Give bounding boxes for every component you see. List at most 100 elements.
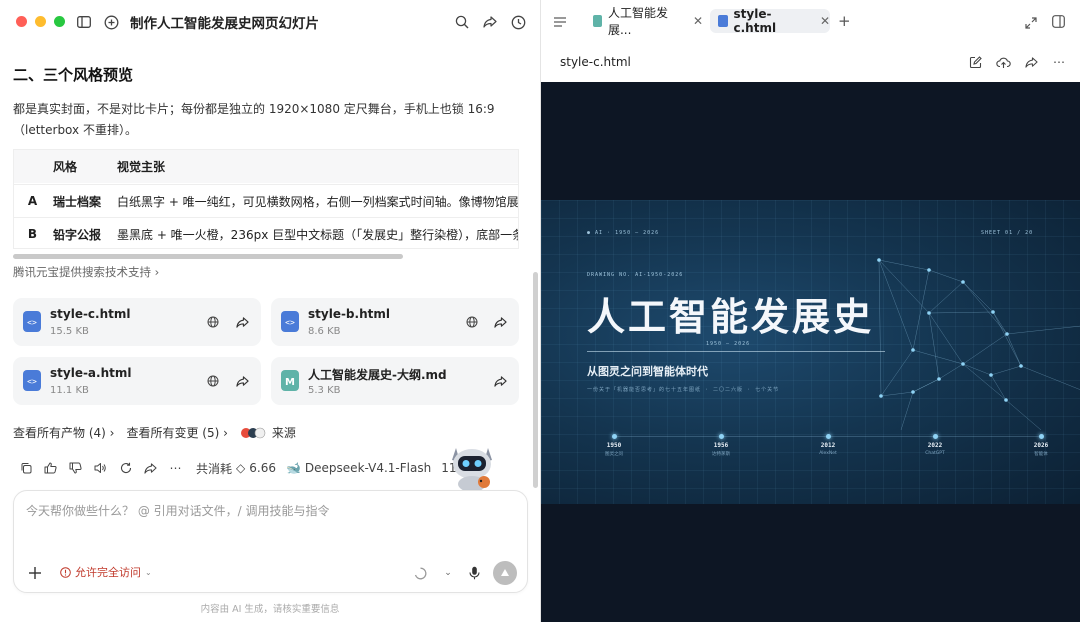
timeline-item: 2022 ChatGPT [910,434,960,456]
maximize-window-button[interactable] [54,16,65,27]
loading-spinner-icon [412,561,428,585]
share-file-icon[interactable] [492,373,508,389]
sources-link[interactable]: 来源 [240,424,296,441]
close-tab-icon[interactable]: ✕ [693,14,703,28]
regenerate-icon[interactable] [113,459,138,477]
view-changes-link[interactable]: 查看所有变更 (5) › [126,424,227,441]
add-attachment-icon[interactable] [26,564,44,582]
copy-icon[interactable] [13,459,38,477]
share-file-icon[interactable] [492,314,508,330]
sidebar-toggle-icon[interactable] [75,13,93,31]
html-preview-canvas[interactable]: ● AI · 1950 — 2026 SHEET 01 / 20 DRAWING… [541,82,1080,622]
current-file-name: style-c.html [560,55,631,69]
window-controls [16,16,65,27]
send-button[interactable] [493,561,517,585]
section-heading: 二、三个风格预览 [13,66,134,84]
new-tab-icon[interactable]: + [838,12,851,30]
timeline-dot [1038,434,1044,439]
thumbs-down-icon[interactable] [63,459,88,477]
tab-outline-md[interactable]: 人工智能发展... ✕ [585,6,703,37]
markdown-file-icon [593,15,602,27]
open-in-browser-icon[interactable] [464,314,480,330]
access-mode-dropdown[interactable]: 允许完全访问 ⌄ [60,564,152,580]
search-credit-link[interactable]: 腾讯元宝提供搜索技术支持 › [13,264,159,280]
close-tab-icon[interactable]: ✕ [820,14,830,28]
edit-icon[interactable] [967,54,983,70]
file-size: 8.6 KB [308,326,341,337]
robot-mascot-icon [444,440,500,492]
preview-panel: 人工智能发展... ✕ style-c.html ✕ + style-c.htm… [540,0,1080,622]
table-cell-id: B [27,227,38,241]
speaker-icon[interactable] [88,459,113,477]
svg-text:<>: <> [285,318,295,327]
chevron-right-icon: › [154,265,160,279]
share-file-icon[interactable] [234,314,250,330]
timeline-item: 2012 AlexNet [803,434,853,456]
cost-label: 共消耗 [196,461,233,476]
expand-icon[interactable] [1025,14,1037,33]
list-menu-icon[interactable] [553,13,567,32]
view-artifacts-link[interactable]: 查看所有产物 (4) › [13,424,114,441]
cost-value: 6.66 [249,461,276,475]
tab-style-c[interactable]: style-c.html ✕ [710,7,830,35]
share-preview-icon[interactable] [1023,54,1039,70]
share-icon[interactable] [481,13,499,31]
file-card[interactable]: <> style-b.html 8.6 KB [271,298,519,346]
history-icon[interactable] [509,13,527,31]
title-bar: 制作人工智能发展史网页幻灯片 [0,0,540,44]
share-file-icon[interactable] [234,373,250,389]
microphone-icon[interactable] [466,561,482,585]
file-card[interactable]: M 人工智能发展史-大纲.md 5.3 KB [271,357,519,405]
tab-label: 人工智能发展... [607,6,668,37]
diamond-icon: ◇ [236,461,246,475]
slide-drawing-number: DRAWING NO. AI-1950-2026 [587,272,684,278]
open-in-browser-icon[interactable] [205,373,221,389]
open-in-browser-icon[interactable] [205,314,221,330]
close-window-button[interactable] [16,16,27,27]
view-artifacts-text: 查看所有产物 (4) [13,426,106,440]
slide-subtitle: 从图灵之问到智能体时代 [587,365,708,378]
search-credit-text: 腾讯元宝提供搜索技术支持 [13,265,151,279]
timeline-caption: ChatGPT [925,451,945,456]
slide-title: 人工智能发展史 [587,294,875,339]
file-name: style-b.html [308,307,390,321]
timeline-dot [825,434,831,439]
panel-toggle-icon[interactable] [1052,13,1065,32]
timeline-dot [718,434,724,439]
minimize-window-button[interactable] [35,16,46,27]
message-actions: ⋯ 共消耗 ◇ 6.66 🐋 Deepseek-V4.1-Flash 11:09 [13,458,476,478]
message-input[interactable] [26,501,506,521]
model-logo-icon: 🐋 [285,461,301,475]
new-chat-icon[interactable] [102,13,120,31]
file-size: 11.1 KB [50,385,89,396]
forward-icon[interactable] [138,459,163,477]
ai-disclaimer: 内容由 AI 生成，请核实重要信息 [200,604,340,615]
thumbs-up-icon[interactable] [38,459,63,477]
file-size: 15.5 KB [50,326,89,337]
model-dropdown-chevron-icon[interactable]: ⌄ [441,561,455,585]
table-cell-style: 瑞士档案 [53,194,102,209]
more-options-icon[interactable]: ⋯ [163,459,188,477]
table-horizontal-scrollbar[interactable] [13,254,403,259]
table-row: A 瑞士档案 白纸黑字 + 唯一纯红，可见横数网格，右侧一列档案式时间轴。像博物… [14,184,518,217]
table-row: B 铅字公报 墨黑底 + 唯一火橙，236px 巨型中文标题（「发展史」整行染橙… [14,217,519,248]
artifact-links: 查看所有产物 (4) › 查看所有变更 (5) › 来源 [13,424,296,441]
cloud-upload-icon[interactable] [995,54,1011,70]
timeline-year: 1956 [713,442,729,449]
file-name: style-a.html [50,366,132,380]
file-size: 5.3 KB [308,385,341,396]
tab-label: style-c.html [733,7,777,35]
file-card[interactable]: <> style-c.html 15.5 KB [13,298,261,346]
view-changes-text: 查看所有变更 (5) [126,426,220,440]
chat-vertical-scrollbar[interactable] [533,272,538,488]
slide-cover: ● AI · 1950 — 2026 SHEET 01 / 20 DRAWING… [541,200,1080,504]
style-table: 风格 视觉主张 A 瑞士档案 白纸黑字 + 唯一纯红，可见横数网格，右侧一列档案… [13,149,519,249]
timeline-item: 1956 达特茅斯 [696,434,746,457]
table-cell-desc: 墨黑底 + 唯一火橙，236px 巨型中文标题（「发展史」整行染橙），底部一条橙 [117,227,519,242]
html-file-icon: <> [23,311,41,332]
more-options-icon[interactable]: ⋯ [1051,54,1067,70]
file-card[interactable]: <> style-a.html 11.1 KB [13,357,261,405]
search-icon[interactable] [453,13,471,31]
model-name: Deepseek-V4.1-Flash [304,461,432,475]
timeline-caption: AlexNet [819,451,837,456]
